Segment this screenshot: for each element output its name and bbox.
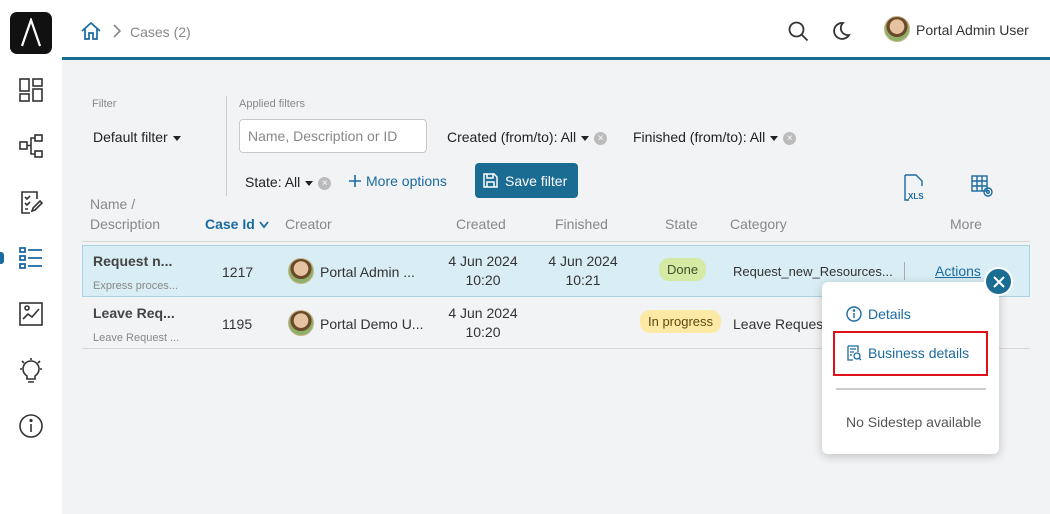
user-name[interactable]: Portal Admin User — [916, 22, 1029, 38]
col-creator-header[interactable]: Creator — [285, 216, 332, 232]
row1-finished-date: 4 Jun 2024 — [548, 253, 618, 269]
chevron-right-icon — [112, 24, 122, 43]
row1-creator: Portal Admin ... — [320, 264, 415, 280]
actions-menu: Details Business details No Sidestep ava… — [822, 282, 999, 454]
applied-filters-label: Applied filters — [239, 98, 306, 110]
table-header-divider — [82, 241, 1030, 242]
col-case-id-header[interactable]: Case Id — [205, 216, 269, 232]
default-filter-dropdown[interactable]: Default filter — [93, 129, 181, 145]
col-created-header[interactable]: Created — [456, 216, 506, 232]
process-icon[interactable] — [0, 128, 62, 164]
default-filter-label: Default filter — [93, 129, 168, 145]
row2-created: 4 Jun 2024 10:20 — [444, 304, 522, 342]
filter-divider — [226, 96, 227, 196]
info-icon[interactable] — [0, 408, 62, 444]
row2-creator-avatar — [288, 310, 314, 336]
clear-finished-icon[interactable]: × — [783, 131, 797, 145]
sidebar — [0, 0, 62, 514]
caret-down-icon — [305, 180, 314, 186]
row1-created-date: 4 Jun 2024 — [448, 253, 518, 269]
no-sidestep-text: No Sidestep available — [846, 414, 982, 430]
statistics-icon[interactable] — [0, 296, 62, 332]
caret-down-icon — [172, 135, 181, 141]
details-menu-item[interactable]: Details — [846, 306, 911, 322]
created-filter-label: Created (from/to): All — [447, 129, 577, 145]
row2-created-time: 10:20 — [465, 324, 501, 340]
col-state-header[interactable]: State — [665, 216, 698, 232]
clear-state-icon[interactable]: × — [318, 176, 332, 190]
save-filter-label: Save filter — [505, 172, 568, 189]
svg-text:XLS: XLS — [908, 192, 924, 201]
row1-created-time: 10:20 — [465, 272, 501, 288]
row1-description: Express proces... — [93, 280, 178, 292]
row2-state-badge: In progress — [640, 310, 722, 333]
row1-actions-link[interactable]: Actions — [935, 263, 981, 279]
row2-name: Leave Req... — [93, 305, 175, 321]
row1-case-id: 1217 — [222, 264, 254, 280]
state-filter-label: State: All — [245, 174, 301, 190]
cases-icon[interactable] — [0, 240, 62, 276]
column-settings-icon[interactable] — [970, 174, 996, 205]
business-details-label: Business details — [868, 345, 970, 361]
row1-finished-time: 10:21 — [565, 272, 601, 288]
filter-label: Filter — [92, 98, 117, 110]
search-icon[interactable] — [788, 21, 809, 47]
col-name-line2: Description — [90, 216, 161, 232]
close-icon[interactable] — [984, 267, 1013, 296]
finished-filter-label: Finished (from/to): All — [633, 129, 766, 145]
created-filter-chip[interactable]: Created (from/to): All × — [447, 129, 608, 145]
col-finished-header[interactable]: Finished — [555, 216, 608, 232]
row2-description: Leave Request ... — [93, 332, 180, 344]
row2-case-id: 1195 — [222, 316, 253, 332]
home-icon[interactable] — [80, 20, 102, 47]
main-content: Filter Default filter Applied filters Cr… — [62, 63, 1050, 514]
state-filter-chip[interactable]: State: All × — [245, 174, 332, 190]
ideas-icon[interactable] — [0, 352, 62, 388]
finished-filter-chip[interactable]: Finished (from/to): All × — [633, 129, 797, 145]
business-details-icon — [847, 345, 862, 361]
row1-state-badge: Done — [659, 258, 707, 281]
dashboard-icon[interactable] — [0, 72, 62, 108]
actions-divider — [904, 262, 905, 280]
col-name-line1: Name / — [90, 196, 136, 212]
row1-name: Request n... — [93, 253, 173, 269]
clear-created-icon[interactable]: × — [594, 131, 608, 145]
details-label: Details — [868, 306, 911, 322]
search-input[interactable] — [239, 119, 427, 153]
plus-icon — [349, 175, 361, 187]
app-logo[interactable] — [10, 12, 52, 54]
col-more-header: More — [950, 216, 982, 232]
row2-creator: Portal Demo U... — [320, 316, 424, 332]
info-icon — [846, 306, 862, 322]
dark-mode-icon[interactable] — [831, 21, 851, 46]
menu-divider — [836, 388, 986, 390]
user-avatar[interactable] — [884, 16, 910, 42]
caret-down-icon — [581, 135, 590, 141]
save-icon — [483, 173, 498, 188]
row1-creator-avatar — [288, 258, 314, 284]
save-filter-button[interactable]: Save filter — [475, 163, 578, 198]
row2-category: Leave Request — [733, 316, 828, 332]
export-xls-icon[interactable]: XLS — [902, 174, 928, 207]
row1-category: Request_new_Resources... — [733, 264, 893, 279]
tasks-icon[interactable] — [0, 184, 62, 220]
col-category-header[interactable]: Category — [730, 216, 787, 232]
breadcrumb-cases: Cases (2) — [130, 24, 191, 40]
business-details-menu-item[interactable]: Business details — [846, 345, 969, 361]
more-options-label: More options — [366, 173, 447, 189]
caret-down-icon — [770, 135, 779, 141]
row1-created: 4 Jun 2024 10:20 — [444, 252, 522, 290]
sort-desc-icon — [259, 221, 269, 229]
row2-created-date: 4 Jun 2024 — [448, 305, 518, 321]
row1-finished: 4 Jun 2024 10:21 — [544, 252, 622, 290]
col-case-id-label: Case Id — [205, 216, 255, 232]
more-options-link[interactable]: More options — [348, 173, 447, 189]
top-header: Cases (2) Portal Admin User — [62, 0, 1050, 60]
